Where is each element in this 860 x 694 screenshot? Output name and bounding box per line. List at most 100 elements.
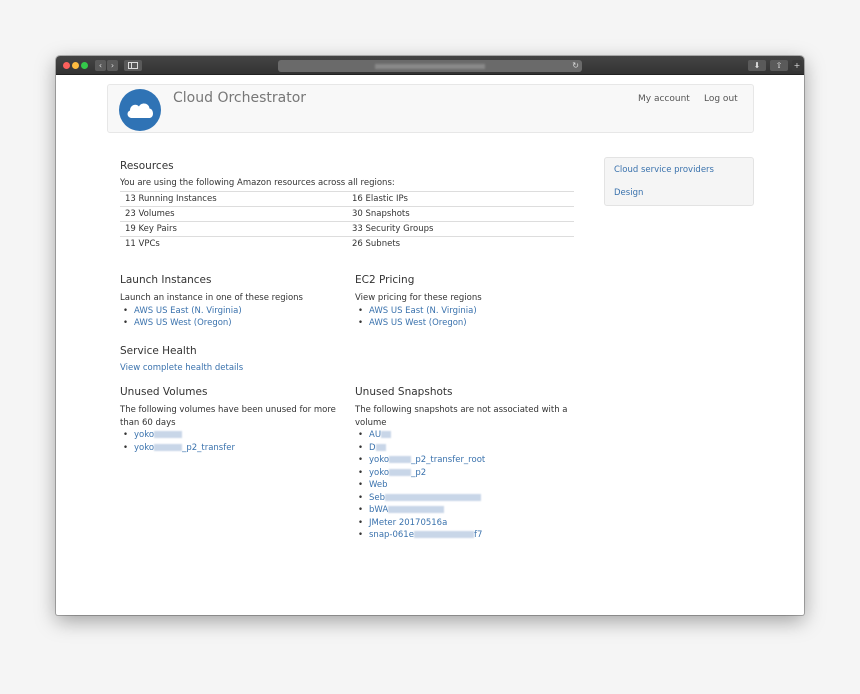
sidebar-item-cloud-service-providers[interactable]: Cloud service providers [614, 165, 714, 175]
table-row: 11 VPCs 26 Subnets [120, 236, 574, 252]
volumes-heading: Unused Volumes [120, 386, 208, 398]
volume-link[interactable]: yoko [134, 430, 183, 440]
snapshot-link[interactable]: Seb [369, 493, 482, 503]
snapshot-link[interactable]: yoko _p2_transfer_root [369, 455, 485, 465]
snapshot-name-suffix: _p2_transfer_root [411, 455, 486, 465]
logout-link[interactable]: Log out [704, 94, 738, 104]
launch-region-link[interactable]: AWS US West (Oregon) [134, 318, 232, 328]
table-cell: 19 Key Pairs [120, 221, 347, 237]
health-details-link[interactable]: View complete health details [120, 363, 243, 373]
volume-name-suffix: _p2_transfer [182, 442, 235, 453]
close-window-button[interactable] [63, 62, 70, 69]
volume-link[interactable]: yoko _p2_transfer [134, 443, 235, 453]
snapshot-link[interactable]: AU [369, 430, 392, 440]
snapshot-name-suffix: f7 [473, 530, 483, 540]
sidebar-toggle-button[interactable] [124, 60, 142, 71]
snapshot-link[interactable]: Web [369, 480, 388, 490]
list-item: snap-061e f7 [355, 529, 580, 542]
forward-button[interactable]: › [107, 60, 118, 71]
browser-window: ‹ › ↻ ⬇ ⇧ + Cloud Orchestrator My accoun… [56, 56, 804, 615]
minimize-window-button[interactable] [72, 62, 79, 69]
snapshot-link[interactable]: JMeter 20170516a [369, 518, 447, 528]
table-cell: 23 Volumes [120, 206, 347, 222]
list-item: bWA [355, 504, 580, 517]
launch-instances-section: Launch Instances Launch an instance in o… [120, 274, 340, 330]
brand-title[interactable]: Cloud Orchestrator [173, 90, 306, 106]
pricing-region-list: AWS US East (N. Virginia) AWS US West (O… [355, 305, 575, 330]
back-button[interactable]: ‹ [95, 60, 106, 71]
list-item: Web [355, 479, 580, 492]
table-row: 13 Running Instances 16 Elastic IPs [120, 191, 574, 207]
health-heading: Service Health [120, 345, 197, 357]
list-item: yoko _p2 [355, 467, 580, 480]
list-item: D [355, 442, 580, 455]
redacted-text [389, 468, 412, 476]
launch-intro: Launch an instance in one of these regio… [120, 293, 303, 303]
chevron-left-icon: ‹ [98, 61, 103, 70]
zoom-window-button[interactable] [81, 62, 88, 69]
snapshot-name: bWA [369, 505, 389, 515]
snapshot-link[interactable]: snap-061e f7 [369, 530, 482, 540]
pricing-region-link[interactable]: AWS US West (Oregon) [369, 318, 467, 328]
list-item: yoko [120, 429, 340, 442]
list-item: AU [355, 429, 580, 442]
redacted-text [375, 443, 386, 451]
page-content: Cloud Orchestrator My account Log out Re… [56, 76, 804, 615]
download-icon: ⬇ [753, 61, 761, 70]
snapshot-name: AU [369, 430, 382, 440]
redacted-text [413, 531, 474, 538]
pricing-intro: View pricing for these regions [355, 293, 482, 303]
launch-region-list: AWS US East (N. Virginia) AWS US West (O… [120, 305, 340, 330]
list-item: JMeter 20170516a [355, 517, 580, 530]
browser-titlebar: ‹ › ↻ ⬇ ⇧ + [56, 56, 804, 75]
list-item: Seb [355, 492, 580, 505]
chevron-right-icon: › [110, 61, 115, 70]
downloads-button[interactable]: ⬇ [748, 60, 766, 71]
address-bar[interactable]: ↻ [278, 60, 582, 72]
volume-name: yoko [134, 430, 155, 440]
list-item: yoko _p2_transfer [120, 442, 340, 455]
snapshot-link[interactable]: bWA [369, 505, 445, 515]
launch-region-link[interactable]: AWS US East (N. Virginia) [134, 306, 242, 316]
launch-heading: Launch Instances [120, 274, 212, 286]
snapshots-heading: Unused Snapshots [355, 386, 453, 398]
snapshot-name: yoko [369, 455, 390, 465]
sidebar-icon [128, 62, 138, 69]
snapshot-list: AU D yoko _p2_transfer_root yoko _p2 Web S… [355, 429, 580, 542]
new-tab-button[interactable]: + [792, 60, 802, 71]
snapshot-name-suffix: _p2 [411, 467, 427, 478]
volumes-intro: The following volumes have been unused f… [120, 405, 336, 428]
redacted-text [154, 431, 183, 438]
resources-heading: Resources [120, 160, 174, 172]
table-cell: 33 Security Groups [347, 221, 574, 237]
table-row: 23 Volumes 30 Snapshots [120, 206, 574, 222]
redacted-text [381, 431, 392, 438]
table-cell: 16 Elastic IPs [347, 191, 574, 207]
pricing-region-link[interactable]: AWS US East (N. Virginia) [369, 306, 477, 316]
sidebar-item-design[interactable]: Design [614, 188, 643, 198]
list-item: AWS US West (Oregon) [355, 317, 575, 330]
service-health-section: Service Health View complete health deta… [120, 345, 340, 373]
reload-icon[interactable]: ↻ [572, 60, 579, 72]
unused-snapshots-section: Unused Snapshots The following snapshots… [355, 386, 580, 542]
list-item: AWS US East (N. Virginia) [120, 305, 340, 318]
snapshots-intro: The following snapshots are not associat… [355, 405, 568, 428]
ec2-pricing-section: EC2 Pricing View pricing for these regio… [355, 274, 575, 330]
redacted-text [388, 506, 445, 513]
navbar: Cloud Orchestrator My account Log out [107, 84, 754, 133]
pricing-heading: EC2 Pricing [355, 274, 415, 286]
volume-name: yoko [134, 442, 155, 453]
sidebar-panel: Cloud service providers Design [604, 157, 754, 206]
cloud-glyph [127, 103, 153, 118]
redacted-text [385, 493, 482, 501]
list-item: AWS US East (N. Virginia) [355, 305, 575, 318]
redacted-text [154, 443, 183, 451]
my-account-link[interactable]: My account [638, 94, 690, 104]
snapshot-link[interactable]: D [369, 443, 386, 453]
cloud-icon[interactable] [119, 89, 161, 131]
unused-volumes-section: Unused Volumes The following volumes hav… [120, 386, 340, 454]
plus-icon: + [793, 61, 801, 70]
snapshot-link[interactable]: yoko _p2 [369, 468, 426, 478]
share-button[interactable]: ⇧ [770, 60, 788, 71]
resources-section: Resources You are using the following Am… [120, 160, 574, 252]
